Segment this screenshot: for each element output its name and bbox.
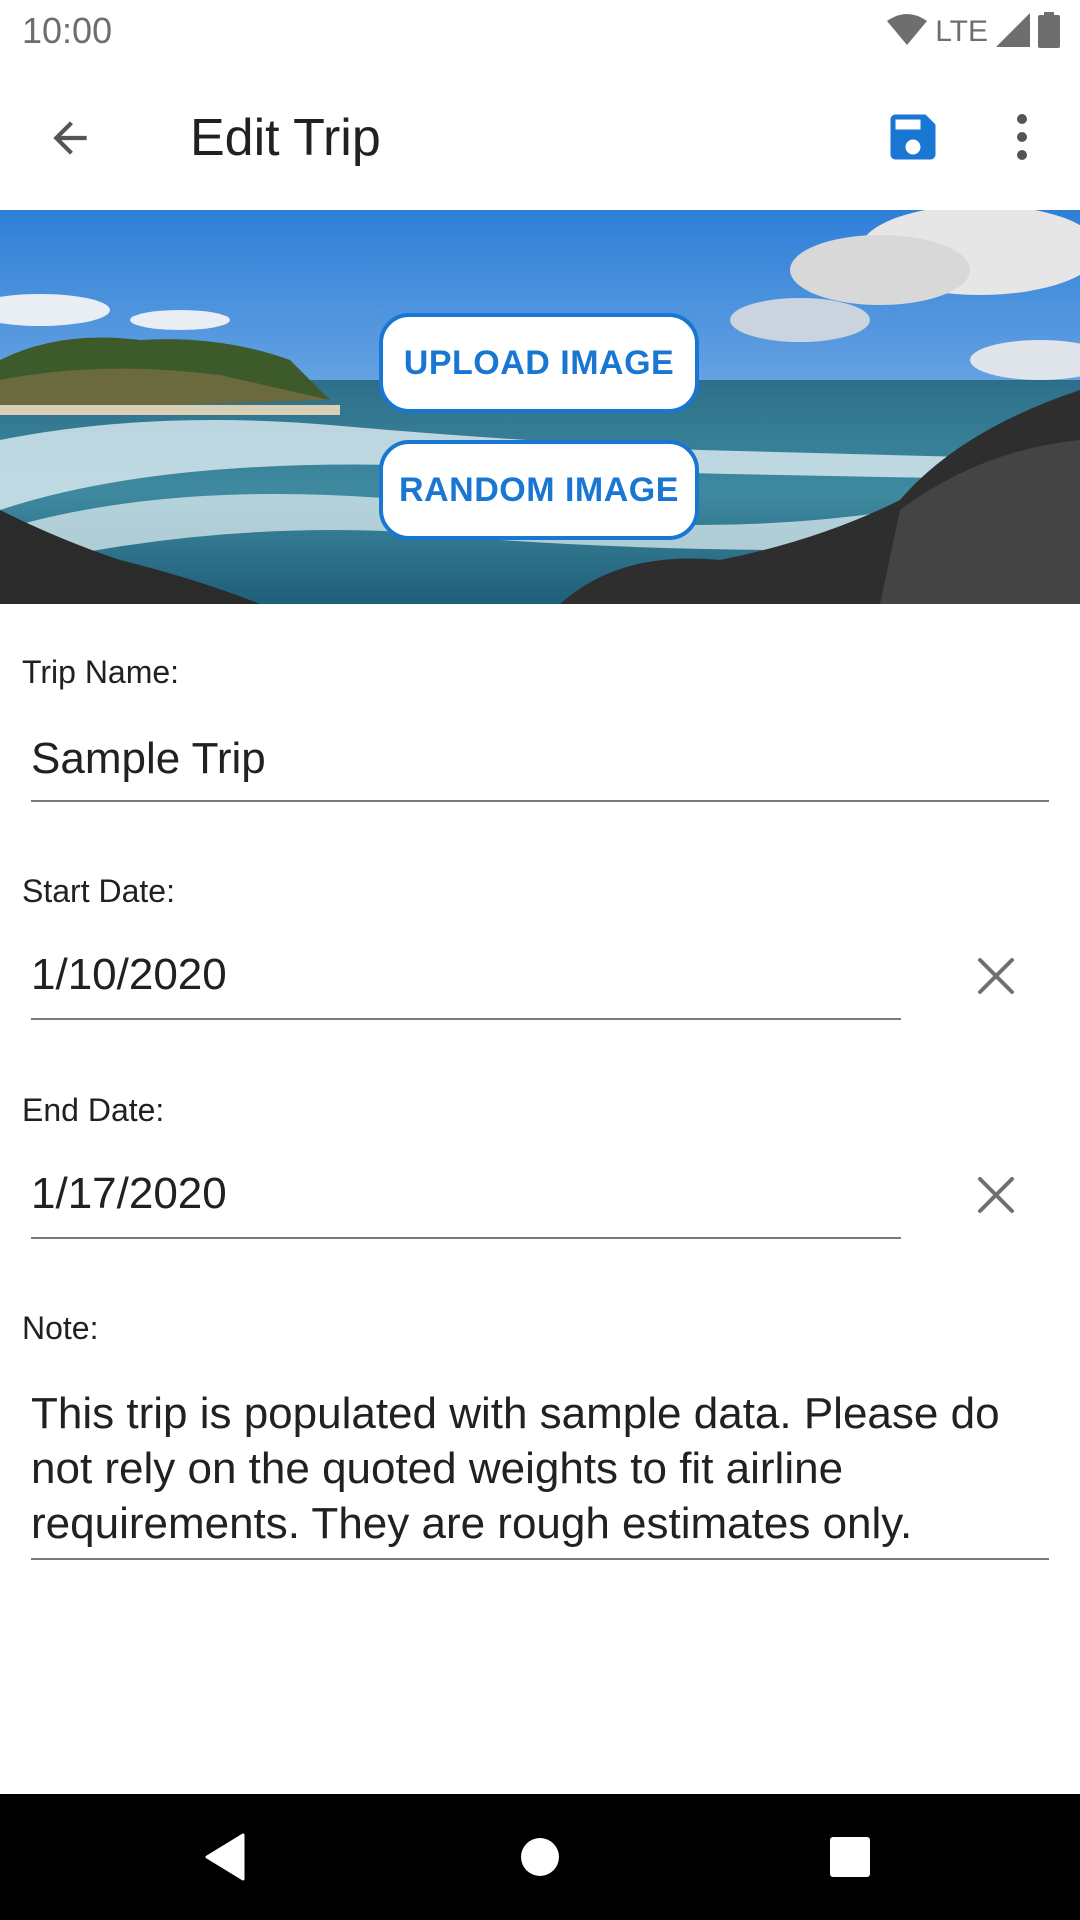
cell-signal-icon bbox=[996, 12, 1030, 52]
nav-recents-button[interactable] bbox=[815, 1824, 885, 1894]
system-nav-bar bbox=[0, 1794, 1080, 1920]
overflow-menu-button[interactable] bbox=[990, 104, 1054, 174]
nav-home-icon bbox=[519, 1836, 561, 1883]
status-bar: 10:00 LTE bbox=[0, 0, 1080, 64]
start-date-input[interactable]: 1/10/2020 bbox=[31, 950, 227, 1000]
trip-name-label: Trip Name: bbox=[22, 654, 180, 690]
app-bar: Edit Trip bbox=[0, 64, 1080, 210]
arrow-back-icon bbox=[45, 113, 95, 168]
clear-start-date-button[interactable] bbox=[966, 948, 1026, 1008]
start-date-label: Start Date: bbox=[22, 873, 175, 909]
back-button[interactable] bbox=[34, 104, 106, 176]
status-icons: LTE bbox=[887, 11, 1060, 53]
nav-recents-icon bbox=[829, 1836, 871, 1883]
trip-name-underline bbox=[31, 800, 1049, 802]
end-date-input[interactable]: 1/17/2020 bbox=[31, 1169, 227, 1219]
end-date-underline bbox=[31, 1237, 901, 1239]
random-image-button[interactable]: RANDOM IMAGE bbox=[379, 440, 699, 540]
trip-name-input[interactable]: Sample Trip bbox=[31, 734, 266, 784]
upload-image-button[interactable]: UPLOAD IMAGE bbox=[379, 313, 699, 413]
save-button[interactable] bbox=[878, 104, 948, 174]
nav-back-icon bbox=[203, 1833, 247, 1886]
save-icon bbox=[883, 107, 943, 172]
page-title: Edit Trip bbox=[190, 109, 381, 167]
more-vert-icon bbox=[1014, 113, 1030, 166]
clear-end-date-button[interactable] bbox=[966, 1167, 1026, 1227]
note-label: Note: bbox=[22, 1310, 99, 1346]
nav-back-button[interactable] bbox=[190, 1824, 260, 1894]
battery-icon bbox=[1038, 11, 1060, 53]
note-input[interactable]: This trip is populated with sample data.… bbox=[31, 1386, 1041, 1551]
wifi-icon bbox=[887, 13, 928, 52]
note-underline bbox=[31, 1558, 1049, 1560]
start-date-underline bbox=[31, 1018, 901, 1020]
close-icon bbox=[976, 1175, 1016, 1220]
end-date-label: End Date: bbox=[22, 1092, 165, 1128]
nav-home-button[interactable] bbox=[505, 1824, 575, 1894]
network-type-label: LTE bbox=[935, 15, 988, 48]
status-time: 10:00 bbox=[22, 10, 113, 51]
trip-cover-image: UPLOAD IMAGE RANDOM IMAGE bbox=[0, 210, 1080, 604]
close-icon bbox=[976, 956, 1016, 1001]
